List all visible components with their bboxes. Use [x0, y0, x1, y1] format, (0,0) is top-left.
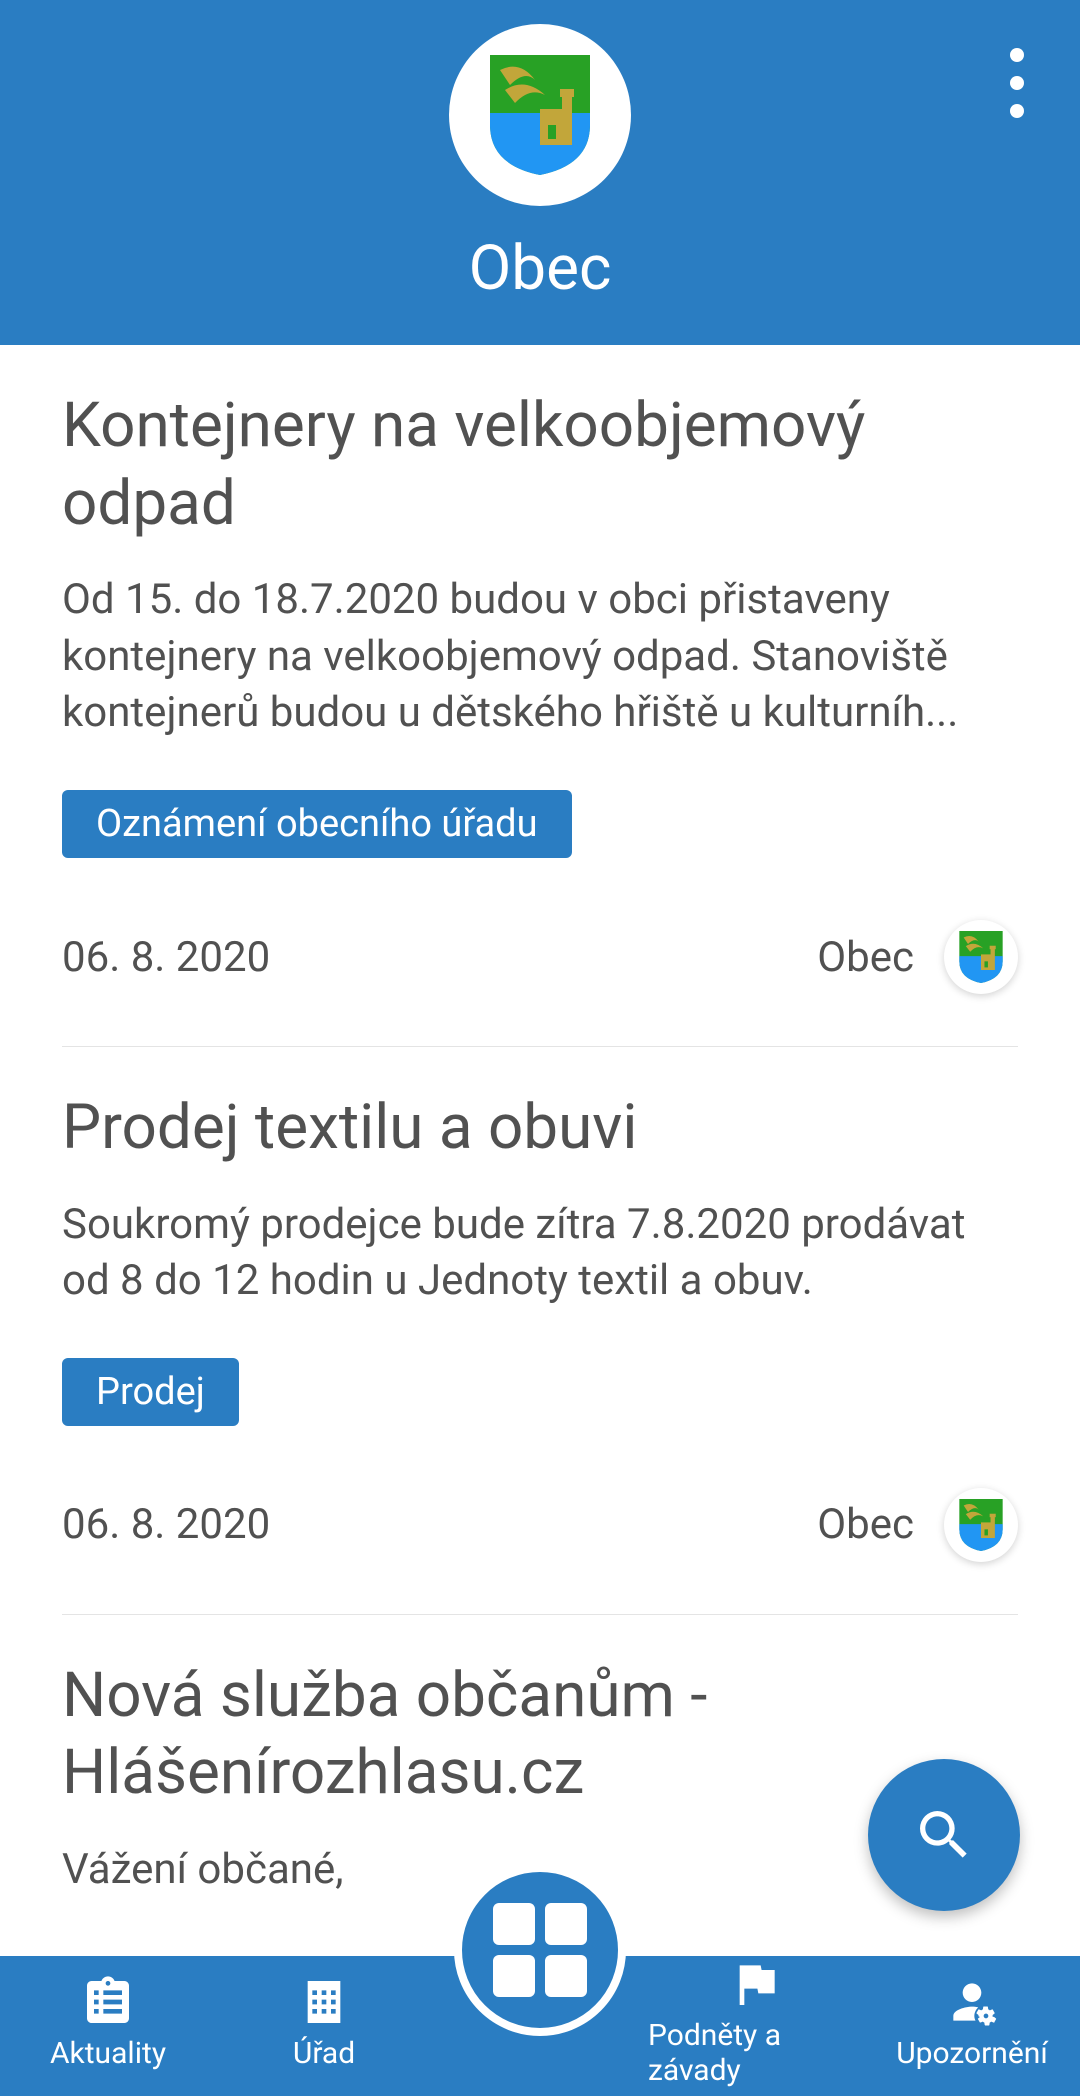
article-title: Nová služba občanům - Hlášenírozhlasu.cz [62, 1657, 1018, 1812]
article-card[interactable]: Kontejnery na velkoobjemový odpad Od 15.… [62, 345, 1018, 1047]
nav-label: Aktuality [50, 2036, 166, 2071]
crest-avatar [449, 24, 631, 206]
building-icon [296, 1974, 352, 2030]
nav-aktuality[interactable]: Aktuality [0, 1974, 216, 2079]
article-excerpt: Soukromý prodejce bude zítra 7.8.2020 pr… [62, 1197, 1018, 1310]
crest-icon [485, 55, 595, 175]
article-card[interactable]: Prodej textilu a obuvi Soukromý prodejce… [62, 1047, 1018, 1615]
article-excerpt: Od 15. do 18.7.2020 budou v obci přistav… [62, 572, 1018, 742]
overflow-menu-button[interactable] [1010, 48, 1024, 132]
article-tag[interactable]: Prodej [62, 1358, 239, 1426]
nav-upozorneni[interactable]: Upozornění [864, 1974, 1080, 2079]
search-button[interactable] [868, 1759, 1020, 1911]
article-source: Obec [817, 1500, 914, 1549]
user-gear-icon [944, 1974, 1000, 2030]
article-tags: Oznámení obecního úřadu [62, 790, 1018, 858]
grid-icon [493, 1903, 587, 1997]
article-title: Prodej textilu a obuvi [62, 1089, 1018, 1167]
article-title: Kontejnery na velkoobjemový odpad [62, 387, 1018, 542]
nav-label: Úřad [293, 2036, 355, 2071]
main-menu-button[interactable] [454, 1864, 626, 2036]
nav-label: Upozornění [896, 2036, 1048, 2071]
article-source: Obec [817, 933, 914, 982]
article-tags: Prodej [62, 1358, 1018, 1426]
search-icon [912, 1803, 976, 1867]
flag-icon [728, 1956, 784, 2012]
nav-label: Podněty a závady [648, 2018, 864, 2088]
nav-podnety[interactable]: Podněty a závady [648, 1956, 864, 2096]
source-avatar [944, 920, 1018, 994]
clipboard-list-icon [80, 1974, 136, 2030]
app-header: Obec [0, 0, 1080, 345]
article-date: 06. 8. 2020 [62, 1500, 270, 1549]
dots-icon [1010, 48, 1024, 62]
article-date: 06. 8. 2020 [62, 933, 270, 982]
article-meta: 06. 8. 2020 Obec [62, 920, 1018, 994]
article-tag[interactable]: Oznámení obecního úřadu [62, 790, 572, 858]
nav-urad[interactable]: Úřad [216, 1974, 432, 2079]
source-avatar [944, 1488, 1018, 1562]
page-title: Obec [469, 232, 612, 305]
news-feed: Kontejnery na velkoobjemový odpad Od 15.… [0, 345, 1080, 1951]
article-meta: 06. 8. 2020 Obec [62, 1488, 1018, 1562]
